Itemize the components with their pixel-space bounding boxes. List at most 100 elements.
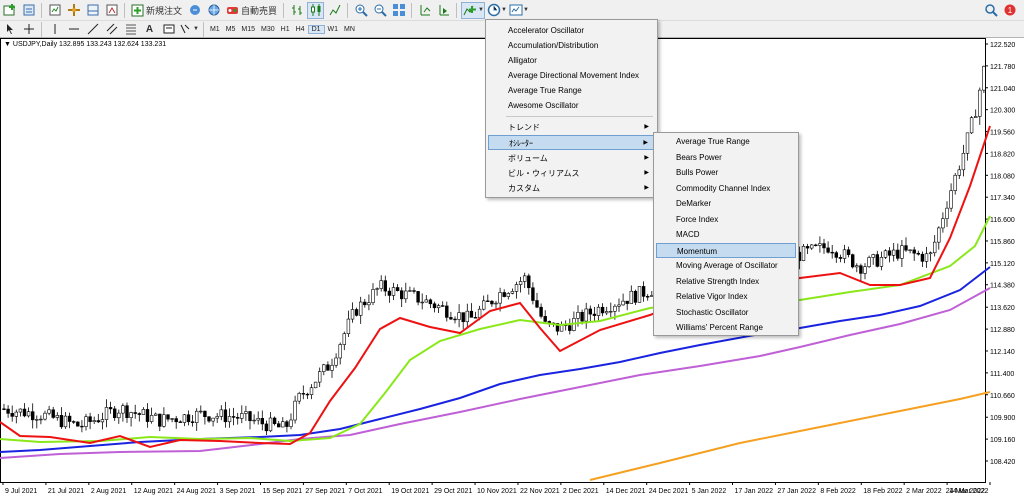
search-icon[interactable] [982,2,999,19]
menu-item-awesome-oscillator[interactable]: Awesome Oscillator [488,98,655,113]
metaeditor-icon[interactable] [186,2,203,19]
menu-item-accelerator-oscillator[interactable]: Accelerator Oscillator [488,23,655,38]
toolbar-separator [124,2,125,18]
date-tick-label: 7 Oct 2021 [348,488,382,495]
candle-body [354,309,359,316]
menu-item-alligator[interactable]: Alligator [488,53,655,68]
price-tick-label: 116.600 [990,217,1015,224]
market-watch-icon[interactable] [46,2,63,19]
candle-body [211,417,215,422]
indicators-icon[interactable]: ▼ [461,1,485,19]
osc-item-force-index[interactable]: Force Index [656,212,796,227]
zoom-in-icon[interactable] [352,2,369,19]
autoscroll-icon[interactable] [435,2,452,19]
osc-item-demarker[interactable]: DeMarker [656,196,796,211]
candle-body [502,292,506,297]
vertical-line-icon[interactable] [46,21,63,38]
timeframe-m1[interactable]: M1 [207,26,223,33]
candle-body [195,410,199,423]
candle-body [846,249,851,255]
chart-shift-icon[interactable] [416,2,433,19]
candle-body [609,311,613,313]
osc-item-bears-power[interactable]: Bears Power [656,150,796,165]
submenu-trend[interactable]: トレンド ▶ [488,120,655,135]
globe-icon[interactable] [205,2,222,19]
candle-body [199,410,203,413]
notification-icon[interactable]: 1 [1001,2,1018,19]
channel-icon[interactable] [103,21,120,38]
osc-item-momentum[interactable]: Momentum [656,242,796,258]
candle-body [80,425,84,428]
timeframe-h1[interactable]: H1 [278,26,293,33]
submenu-oscillators[interactable]: ｵｼﾚｰﾀｰ ▶ [488,135,655,150]
terminal-icon[interactable] [84,2,101,19]
timeframe-d1[interactable]: D1 [307,24,325,34]
periods-icon[interactable]: ▼ [487,2,507,19]
timeframe-h4[interactable]: H4 [293,26,308,33]
tile-windows-icon[interactable] [390,2,407,19]
profiles-icon[interactable] [20,2,37,19]
price-tick-label: 112.880 [990,327,1015,334]
date-tick-label: 2 Dec 2021 [563,488,599,495]
candle-body [350,309,355,320]
date-tick-label: 18 Feb 2022 [863,488,902,495]
submenu-bill-williams[interactable]: ビル・ウィリアムス ▶ [488,166,655,181]
new-chart-icon[interactable] [1,2,18,19]
candle-body [322,364,326,372]
timeframe-m15[interactable]: M15 [238,26,258,33]
menu-item-accumulation-distribution[interactable]: Accumulation/Distribution [488,38,655,53]
bar-chart-icon[interactable] [288,2,305,19]
submenu-trend-label: トレンド [508,123,540,132]
candle-body [326,364,330,371]
candle-body [149,415,154,422]
new-order-button[interactable]: 新規注文 [129,2,184,19]
text-icon[interactable]: A [141,21,158,38]
submenu-custom[interactable]: カスタム ▶ [488,181,655,196]
submenu-volume[interactable]: ボリューム ▶ [488,151,655,166]
navigator-icon[interactable] [65,2,82,19]
cursor-icon[interactable] [1,21,18,38]
timeframe-m5[interactable]: M5 [223,26,239,33]
osc-item-osma[interactable]: Moving Average of Oscillator [656,258,796,273]
date-tick-label: 24 Mar 2022 [946,488,985,495]
line-chart-icon[interactable] [326,2,343,19]
candle-body [469,310,474,318]
templates-icon[interactable]: ▼ [509,2,529,19]
trendline-icon[interactable] [84,21,101,38]
osc-item-rvi[interactable]: Relative Vigor Index [656,289,796,304]
submenu-arrow-icon: ▶ [644,185,649,191]
candle-body [490,300,494,305]
fibonacci-icon[interactable] [122,21,139,38]
timeframe-mn[interactable]: MN [341,26,358,33]
osc-item-average-true-range[interactable]: Average True Range [656,134,796,149]
timeframe-w1[interactable]: W1 [325,26,342,33]
text-label-icon[interactable] [160,21,177,38]
timeframe-m30[interactable]: M30 [258,26,278,33]
strategy-tester-icon[interactable] [103,2,120,19]
horizontal-line-icon[interactable] [65,21,82,38]
candle-body [383,280,387,292]
osc-item-williams[interactable]: Williams' Percent Range [656,320,796,335]
osc-item-macd[interactable]: MACD [656,227,796,242]
candle-body [445,305,449,318]
candle-body [568,325,572,331]
auto-trading-button[interactable]: 自動売買 [224,2,279,19]
osc-item-bulls-power[interactable]: Bulls Power [656,165,796,180]
zoom-out-icon[interactable] [371,2,388,19]
candle-body [59,415,64,428]
candle-body [84,416,88,427]
candlestick-icon[interactable] [307,1,325,19]
candle-body [141,409,146,415]
candle-body [432,303,437,309]
price-tick-label: 117.340 [990,195,1015,202]
price-tick-label: 118.820 [990,151,1015,158]
menu-item-admi[interactable]: Average Directional Movement Index [488,68,655,83]
candle-body [10,413,14,417]
crosshair-icon[interactable] [20,21,37,38]
menu-item-average-true-range[interactable]: Average True Range [488,83,655,98]
osc-item-cci[interactable]: Commodity Channel Index [656,181,796,196]
osc-item-stochastic[interactable]: Stochastic Oscillator [656,305,796,320]
shapes-icon[interactable]: ▼ [179,21,199,38]
osc-item-rsi[interactable]: Relative Strength Index [656,274,796,289]
submenu-arrow-icon: ▶ [643,140,648,146]
